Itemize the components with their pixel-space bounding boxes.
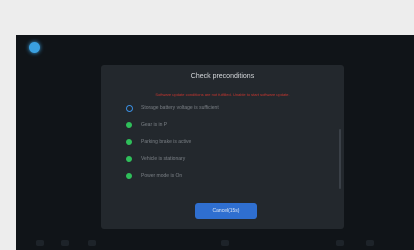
dialog-title: Check preconditions <box>190 73 255 80</box>
vehicle-screen: Check preconditions Software update cond… <box>16 35 414 250</box>
checklist-item-label: Parking brake is active <box>141 139 192 145</box>
checklist-scrollbar[interactable] <box>339 129 341 189</box>
pending-status-icon <box>126 105 133 112</box>
bottom-bar <box>16 234 414 250</box>
checklist-item-label: Vehicle is stationary <box>141 156 186 162</box>
dock-icon <box>36 240 44 246</box>
ok-status-icon <box>126 139 132 145</box>
checklist-item-label: Gear is in P <box>141 122 168 128</box>
ok-status-icon <box>126 156 132 162</box>
checklist-item: Power mode is On <box>125 169 330 186</box>
precondition-dialog: Check preconditions Software update cond… <box>101 65 344 229</box>
status-indicator-icon <box>29 42 40 53</box>
checklist-item: Storage battery voltage is sufficient <box>125 101 330 118</box>
precondition-checklist: Storage battery voltage is sufficient Ge… <box>125 101 330 186</box>
dock-icon <box>221 240 229 246</box>
ok-status-icon <box>126 122 132 128</box>
checklist-item-label: Storage battery voltage is sufficient <box>141 105 219 111</box>
checklist-item: Parking brake is active <box>125 135 330 152</box>
warning-message: Software update conditions are not fulfi… <box>155 92 290 97</box>
checklist-item-label: Power mode is On <box>141 173 183 179</box>
dock-icon <box>366 240 374 246</box>
dock-icon <box>336 240 344 246</box>
cancel-button[interactable]: Cancel(15s) <box>195 203 257 219</box>
dock-icon <box>88 240 96 246</box>
dock-icon <box>61 240 69 246</box>
ok-status-icon <box>126 173 132 179</box>
checklist-item: Vehicle is stationary <box>125 152 330 169</box>
checklist-item: Gear is in P <box>125 118 330 135</box>
